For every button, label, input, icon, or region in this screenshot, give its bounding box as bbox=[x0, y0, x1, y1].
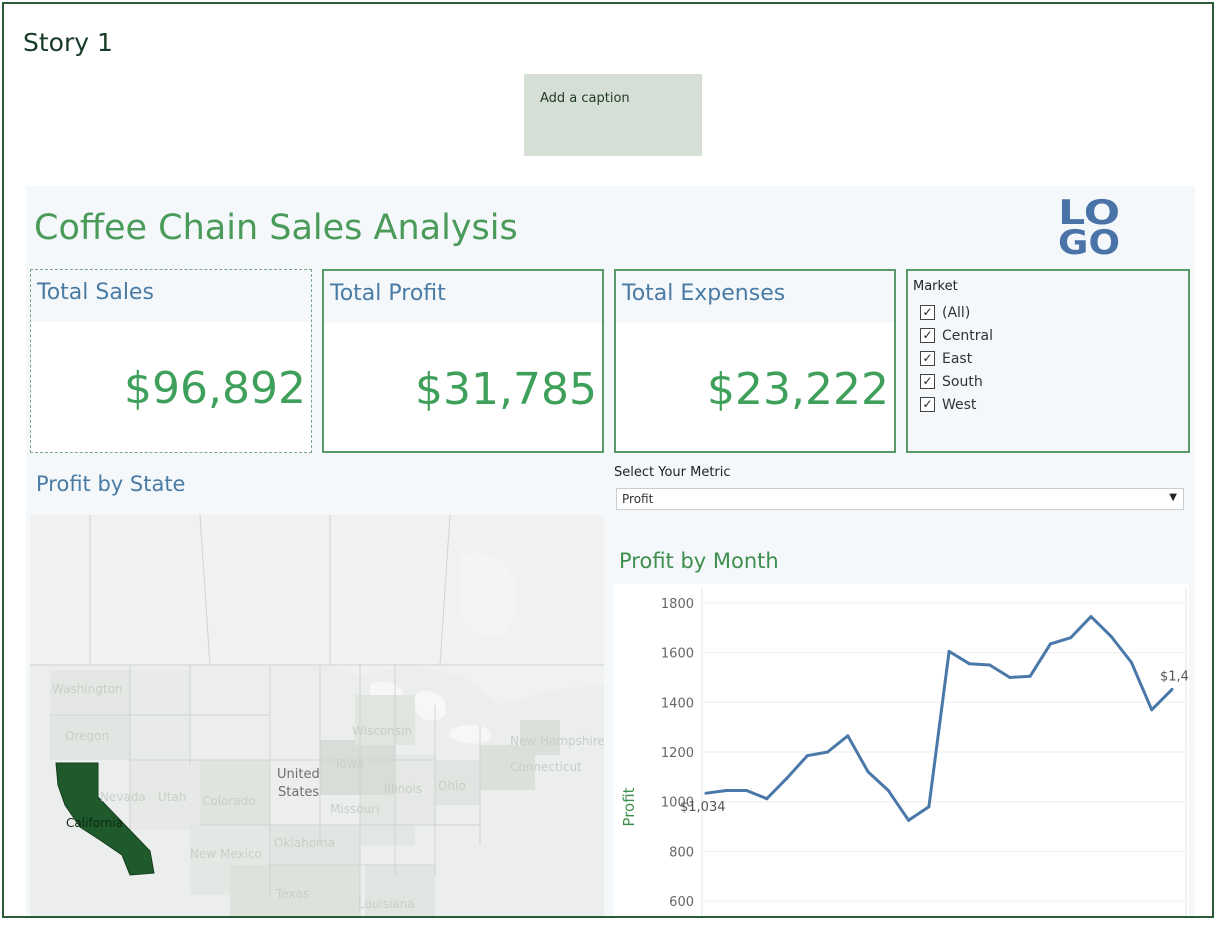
data-point[interactable] bbox=[907, 818, 911, 822]
market-option-label: West bbox=[942, 396, 977, 413]
data-point[interactable] bbox=[704, 791, 708, 795]
market-option-all[interactable]: ✓ (All) bbox=[920, 301, 993, 324]
line-chart-svg: 60080010001200140016001800 Profit $1,034… bbox=[620, 588, 1206, 916]
data-point[interactable] bbox=[1028, 674, 1032, 678]
map-label: Nevada bbox=[100, 790, 146, 804]
market-filter-title: Market bbox=[913, 279, 958, 294]
data-point[interactable] bbox=[765, 797, 769, 801]
kpi-total-sales: Total Sales $96,892 bbox=[30, 269, 312, 453]
map-title: Profit by State bbox=[36, 472, 186, 496]
caption-text: Add a caption bbox=[540, 91, 630, 106]
kpi-value: $23,222 bbox=[707, 364, 889, 415]
market-option-label: (All) bbox=[942, 304, 971, 321]
kpi-total-profit: Total Profit $31,785 bbox=[322, 269, 604, 453]
kpi-label: Total Expenses bbox=[622, 281, 786, 306]
map-label-country: United bbox=[277, 767, 320, 782]
dashboard: Coffee Chain Sales Analysis LO GO Total … bbox=[26, 186, 1206, 916]
kpi-value: $96,892 bbox=[124, 363, 306, 414]
kpi-label: Total Profit bbox=[330, 281, 446, 306]
data-point[interactable] bbox=[1089, 615, 1093, 619]
y-tick-label: 600 bbox=[669, 895, 694, 910]
line-chart-title: Profit by Month bbox=[619, 549, 779, 573]
data-point[interactable] bbox=[1048, 642, 1052, 646]
svg-text:GO: GO bbox=[1058, 223, 1120, 256]
story-title: Story 1 bbox=[23, 28, 113, 57]
map-label: Utah bbox=[158, 790, 186, 804]
market-option-label: Central bbox=[942, 327, 993, 344]
checkbox-icon[interactable]: ✓ bbox=[920, 305, 935, 320]
data-point[interactable] bbox=[826, 750, 830, 754]
data-point[interactable] bbox=[988, 663, 992, 667]
series-line bbox=[705, 615, 1174, 822]
data-point[interactable] bbox=[724, 789, 728, 793]
map-canvas[interactable]: Washington Oregon Nevada Utah Colorado N… bbox=[30, 515, 604, 916]
map-label: New Hampshire bbox=[510, 734, 604, 748]
market-option-east[interactable]: ✓ East bbox=[920, 347, 993, 370]
map-label: Oregon bbox=[65, 729, 109, 743]
kpi-total-expenses: Total Expenses $23,222 bbox=[614, 269, 896, 453]
kpi-value: $31,785 bbox=[415, 364, 597, 415]
data-point[interactable] bbox=[886, 789, 890, 793]
checkbox-icon[interactable]: ✓ bbox=[920, 351, 935, 366]
data-point[interactable] bbox=[1150, 708, 1154, 712]
checkbox-icon[interactable]: ✓ bbox=[920, 328, 935, 343]
data-label-first: $1,034 bbox=[680, 800, 726, 815]
data-point[interactable] bbox=[1170, 687, 1174, 691]
profit-by-month-chart: 600 800 1000 1200 1400 1600 1800 Profit $1,034… bbox=[614, 584, 1206, 916]
data-point[interactable] bbox=[866, 770, 870, 774]
map-label: Oklahoma bbox=[274, 836, 335, 850]
market-option-central[interactable]: ✓ Central bbox=[920, 324, 993, 347]
market-option-west[interactable]: ✓ West bbox=[920, 393, 993, 416]
data-point[interactable] bbox=[1129, 661, 1133, 665]
map-label-california: California bbox=[66, 816, 123, 830]
map-label: Louisiana bbox=[358, 897, 415, 911]
data-point[interactable] bbox=[1069, 636, 1073, 640]
market-option-south[interactable]: ✓ South bbox=[920, 370, 993, 393]
market-filter: Market ✓ (All) ✓ Central ✓ East ✓ South … bbox=[906, 269, 1190, 453]
data-point[interactable] bbox=[805, 754, 809, 758]
chevron-down-icon[interactable]: ▼ bbox=[1169, 492, 1177, 503]
data-point[interactable] bbox=[745, 789, 749, 793]
y-tick-label: 1800 bbox=[661, 597, 694, 612]
market-option-label: East bbox=[942, 350, 973, 367]
data-point[interactable] bbox=[1109, 634, 1113, 638]
checkbox-icon[interactable]: ✓ bbox=[920, 397, 935, 412]
map-label: Iowa bbox=[336, 757, 364, 771]
market-filter-list: ✓ (All) ✓ Central ✓ East ✓ South ✓ West bbox=[920, 301, 993, 416]
map-label: Washington bbox=[52, 682, 123, 696]
data-point[interactable] bbox=[846, 734, 850, 738]
map-label: Illinois bbox=[384, 782, 422, 796]
data-label-last: $1,452 bbox=[1160, 669, 1189, 684]
map-label: Colorado bbox=[202, 794, 256, 808]
y-tick-label: 800 bbox=[669, 845, 694, 860]
data-point[interactable] bbox=[1008, 675, 1012, 679]
map-label: Ohio bbox=[438, 779, 466, 793]
data-point[interactable] bbox=[967, 662, 971, 666]
map-label: New Mexico bbox=[190, 847, 262, 861]
data-point[interactable] bbox=[927, 805, 931, 809]
map-label: Connecticut bbox=[510, 760, 582, 774]
y-tick-label: 1400 bbox=[661, 696, 694, 711]
market-option-label: South bbox=[942, 373, 983, 390]
y-axis-label: Profit bbox=[620, 787, 638, 826]
kpi-label: Total Sales bbox=[37, 280, 154, 305]
y-tick-label: 1600 bbox=[661, 647, 694, 662]
profit-by-state-map[interactable]: Washington Oregon Nevada Utah Colorado N… bbox=[30, 515, 604, 916]
map-label: Wisconsin bbox=[352, 724, 412, 738]
checkbox-icon[interactable]: ✓ bbox=[920, 374, 935, 389]
metric-select[interactable]: Profit ▼ bbox=[616, 488, 1184, 510]
data-point[interactable] bbox=[785, 776, 789, 780]
metric-select-value: Profit bbox=[622, 492, 654, 506]
map-label-country: States bbox=[278, 785, 319, 800]
map-label: Missouri bbox=[330, 802, 379, 816]
caption-box[interactable]: Add a caption bbox=[524, 74, 702, 156]
data-point[interactable] bbox=[947, 649, 951, 653]
y-tick-label: 1200 bbox=[661, 746, 694, 761]
dashboard-title: Coffee Chain Sales Analysis bbox=[34, 208, 518, 248]
logo: LO GO bbox=[1058, 196, 1120, 256]
map-label: Texas bbox=[275, 887, 309, 901]
metric-selector-label: Select Your Metric bbox=[614, 465, 731, 480]
